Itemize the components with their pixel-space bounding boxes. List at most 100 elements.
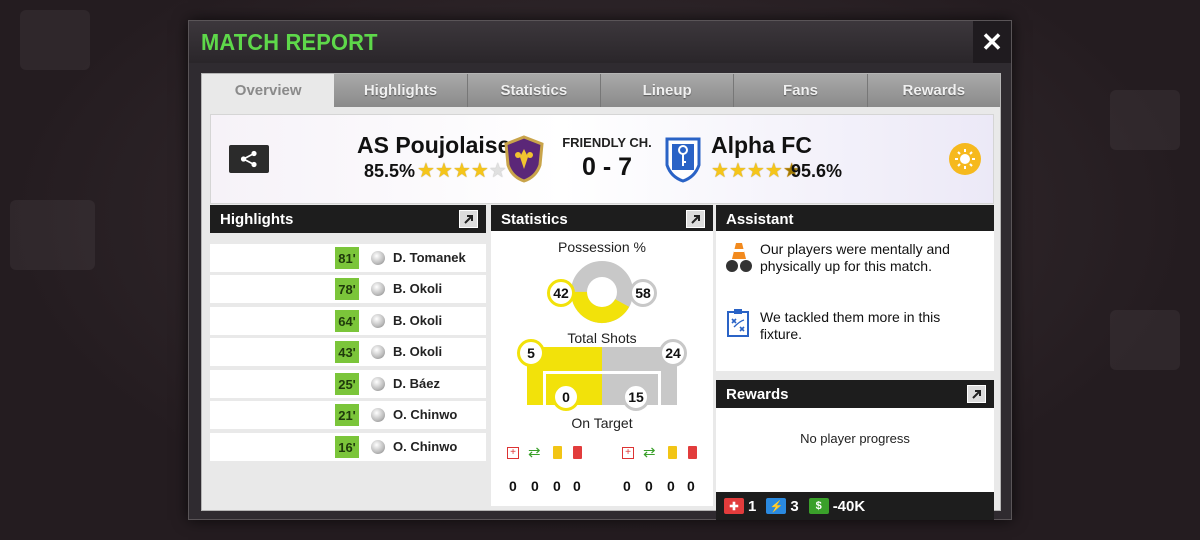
on-target-label: On Target: [571, 415, 633, 431]
substitution-icon: ⇄: [643, 444, 656, 461]
window-title: MATCH REPORT: [201, 28, 378, 55]
shots-home-value: 5: [517, 339, 545, 367]
star-icon: ★: [728, 160, 747, 182]
scorer-name: B. Okoli: [393, 313, 443, 328]
minute-badge: 21': [335, 404, 359, 426]
minute-badge: 78': [335, 278, 359, 300]
away-star-rating: ★ ★ ★ ★ ★: [711, 161, 801, 181]
possession-away-value: 58: [629, 279, 657, 307]
home-team-name: AS Poujolaise: [357, 132, 511, 158]
home-red-count: 0: [573, 478, 581, 494]
tab-fans[interactable]: Fans: [734, 74, 868, 107]
minute-badge: 16': [335, 436, 359, 458]
ball-icon: [371, 251, 385, 265]
highlight-row: 21' O. Chinwo: [210, 401, 486, 429]
highlight-row: 81' D. Tomanek: [210, 244, 486, 272]
ball-icon: [371, 345, 385, 359]
statistics-expand-button[interactable]: [686, 210, 705, 228]
home-injuries-count: 0: [509, 478, 517, 494]
competition-label: FRIENDLY CH.: [562, 135, 652, 150]
tab-lineup[interactable]: Lineup: [600, 74, 735, 107]
away-subs-count: 0: [645, 478, 653, 494]
medical-kit-icon: ✚: [724, 498, 744, 514]
highlights-expand-button[interactable]: [459, 210, 478, 228]
highlight-row: 25' D. Báez: [210, 370, 486, 398]
match-score: 0 - 7: [581, 153, 633, 181]
home-star-rating: ★ ★ ★ ★ ★: [417, 161, 507, 181]
statistics-header: Statistics: [491, 205, 713, 233]
ball-icon: [371, 282, 385, 296]
yellow-card-icon: [668, 446, 677, 459]
highlight-row: 43' B. Okoli: [210, 338, 486, 366]
red-card-icon: [573, 446, 582, 459]
energy-icon: ⚡: [766, 498, 787, 514]
star-icon: ★: [764, 160, 783, 182]
statistics-panel: Possession % 42 58 Total Shots 5 24 0 15…: [491, 231, 713, 506]
scorer-name: D. Tomanek: [393, 250, 466, 265]
rewards-panel: No player progress: [716, 408, 994, 492]
home-subs-count: 0: [531, 478, 539, 494]
home-team-rating: 85.5%: [364, 161, 416, 181]
on-target-away-value: 15: [622, 383, 650, 411]
expand-arrow-icon: [691, 214, 700, 224]
assistant-message: Our players were mentally and physically…: [760, 241, 950, 274]
star-icon: ★: [417, 160, 435, 182]
report-panel: Overview Highlights Statistics Lineup Fa…: [201, 73, 1001, 520]
minute-badge: 43': [335, 341, 359, 363]
highlight-row: 78' B. Okoli: [210, 275, 486, 303]
tab-bar: Overview Highlights Statistics Lineup Fa…: [202, 74, 1000, 107]
ball-icon: [371, 377, 385, 391]
minute-badge: 81': [335, 247, 359, 269]
assistant-title: Assistant: [726, 210, 794, 228]
possession-donut: [571, 261, 633, 323]
money-amount: -40K: [832, 497, 866, 515]
minute-badge: 64': [335, 310, 359, 332]
star-icon: ★: [434, 160, 453, 182]
possession-label: Possession %: [558, 239, 646, 255]
tactics-board-icon: [727, 309, 749, 337]
share-button[interactable]: [229, 145, 269, 173]
on-target-home-value: 0: [552, 383, 580, 411]
highlight-row: 64' B. Okoli: [210, 307, 486, 335]
expand-arrow-icon: [464, 214, 473, 224]
tab-rewards[interactable]: Rewards: [867, 74, 1000, 107]
star-icon: ★: [711, 160, 729, 182]
match-header: AS Poujolaise 85.5% ★ ★ ★ ★ ★ FRIENDLY CH. 0…: [210, 114, 994, 204]
tab-statistics[interactable]: Statistics: [467, 74, 601, 107]
medical-cross-icon: +: [622, 447, 634, 459]
red-card-icon: [688, 446, 697, 459]
close-button[interactable]: ✕: [973, 21, 1011, 63]
highlights-title: Highlights: [220, 210, 294, 228]
medical-cross-icon: +: [507, 447, 519, 459]
highlight-row: 16' O. Chinwo: [210, 433, 486, 461]
scorer-name: D. Báez: [393, 376, 440, 391]
ball-icon: [371, 440, 385, 454]
away-team-rating: 95.6%: [791, 161, 843, 181]
shots-away-value: 24: [659, 339, 687, 367]
rewards-message: No player progress: [800, 431, 910, 446]
rewards-summary-bar: ✚ 1 ⚡ 3 $ -40K: [716, 492, 994, 520]
rewards-expand-button[interactable]: [967, 385, 986, 403]
statistics-title: Statistics: [501, 210, 568, 228]
scorer-name: O. Chinwo: [393, 439, 458, 454]
match-report-window: MATCH REPORT ✕ Overview Highlights Stati…: [188, 20, 1012, 520]
assistant-header: Assistant: [716, 205, 994, 233]
sun-icon: [955, 149, 975, 169]
yellow-card-icon: [553, 446, 562, 459]
away-team-crest-icon: [665, 137, 701, 183]
star-icon: ★: [470, 160, 489, 182]
away-team-name: Alpha FC: [711, 132, 812, 158]
tab-overview[interactable]: Overview: [202, 74, 335, 107]
tab-highlights[interactable]: Highlights: [334, 74, 468, 107]
ball-icon: [371, 314, 385, 328]
money-icon: $: [808, 498, 829, 514]
share-icon: [240, 150, 257, 168]
home-yellow-count: 0: [553, 478, 561, 494]
away-injuries-count: 0: [623, 478, 631, 494]
expand-arrow-icon: [972, 389, 981, 399]
training-cones-icon: [726, 243, 752, 272]
title-bar: MATCH REPORT ✕: [189, 21, 1011, 63]
ball-icon: [371, 408, 385, 422]
star-icon: ★: [452, 160, 471, 182]
scorer-name: B. Okoli: [393, 344, 443, 359]
